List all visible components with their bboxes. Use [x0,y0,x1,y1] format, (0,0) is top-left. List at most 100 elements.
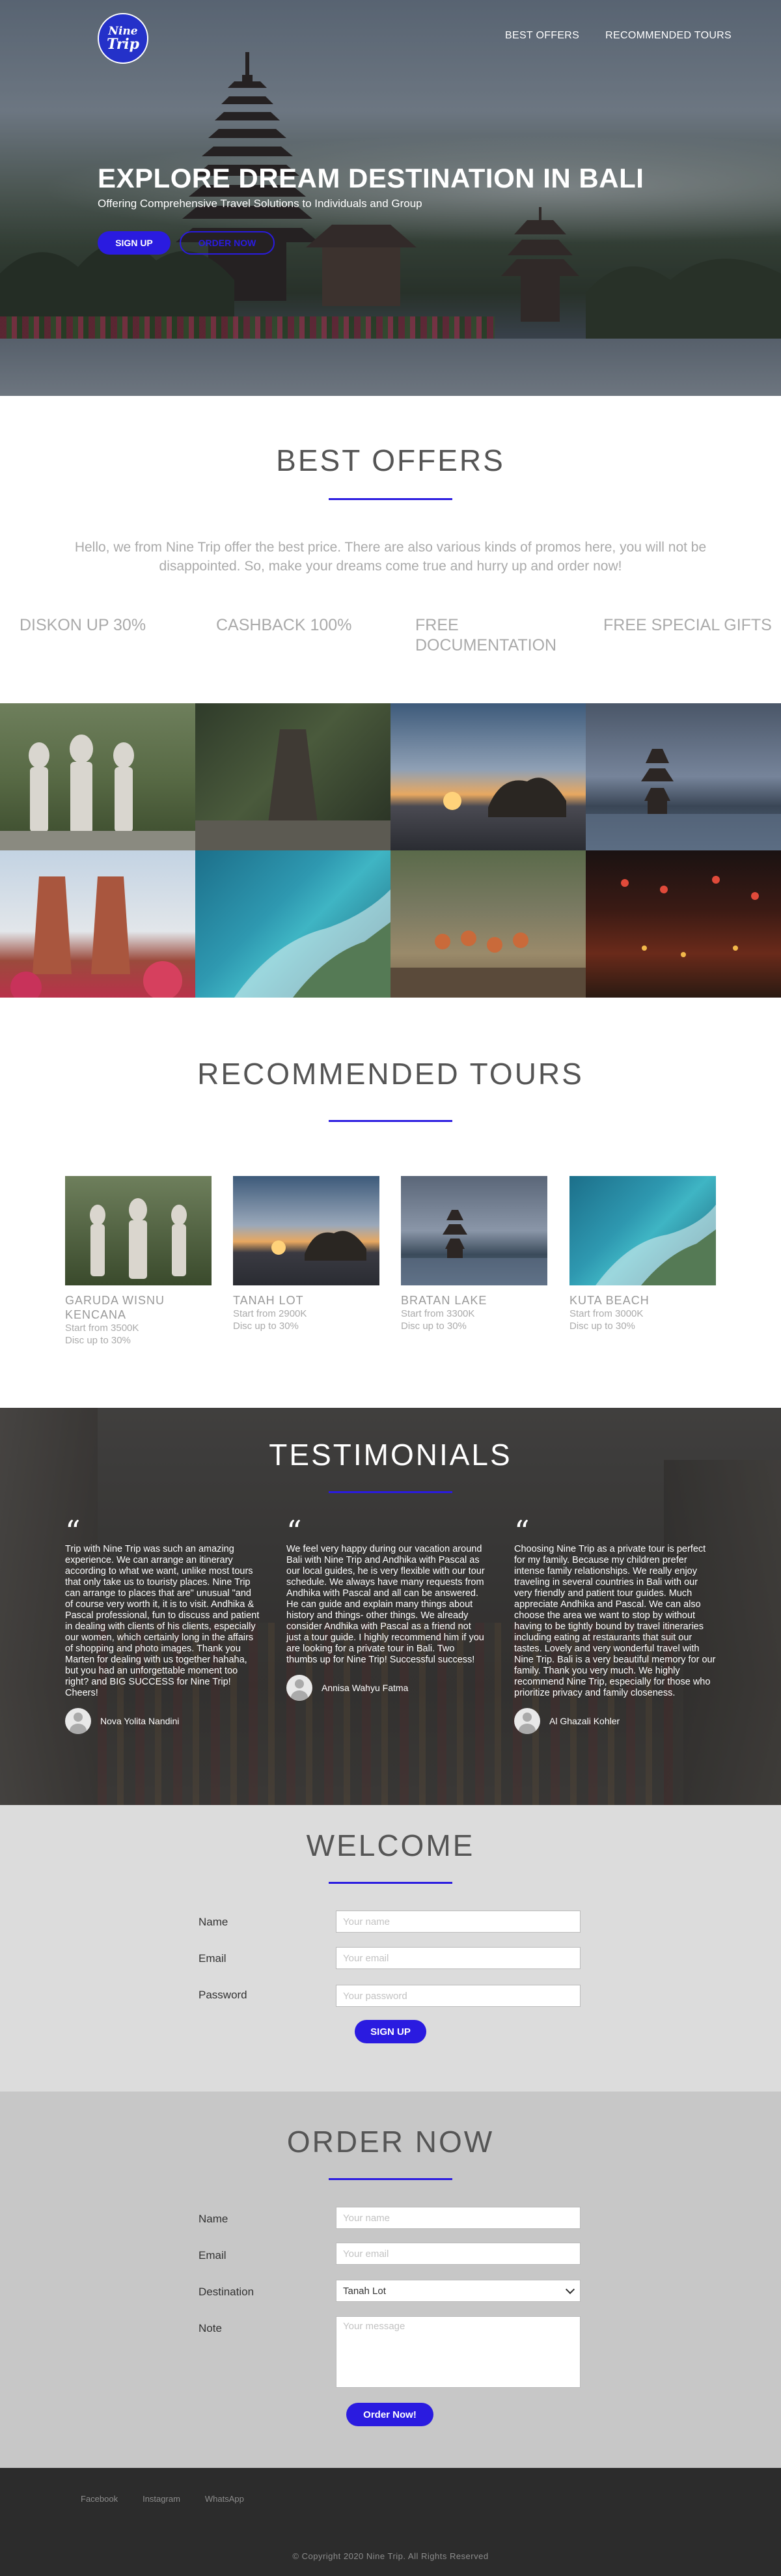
instagram-link[interactable]: Instagram [143,2494,180,2504]
destination-value: Tanah Lot [343,2285,386,2297]
signup-name-input[interactable] [336,1911,581,1933]
welcome-title: WELCOME [306,1828,475,1862]
gallery-tile-tanah-lot-sunset[interactable] [390,703,586,850]
nav-recommended-tours[interactable]: RECOMMENDED TOURS [605,30,732,42]
gallery-image [443,777,566,817]
gallery-image [621,876,759,957]
gallery-image [0,735,195,850]
name-label: Name [199,1916,228,1928]
tour-list: GARUDA WISNU KENCANA Start from 3500K Di… [65,1176,716,1371]
gallery-tile-candi-bentar-flowers[interactable] [0,850,195,998]
best-offers-title: BEST OFFERS [276,443,505,477]
author-name: Nova Yolita Nandini [100,1716,180,1726]
promo-documentation: FREE DOCUMENTATION [415,616,557,654]
tour-discount: Disc up to 30% [65,1335,131,1346]
email-label: Email [199,1952,226,1965]
tour-card-garuda-wisnu-kencana[interactable]: GARUDA WISNU KENCANA Start from 3500K Di… [65,1176,212,1347]
welcome-section: WELCOME Name Email Password SIGN UP [0,1805,781,2092]
gallery-image [10,876,182,998]
destination-label: Destination [199,2286,254,2298]
order-underline [329,2178,452,2180]
gallery-image [195,729,390,850]
footer: Facebook Instagram WhatsApp © Copyright … [0,2468,781,2576]
avatar [514,1708,540,1734]
author-name: Annisa Wahyu Fatma [322,1683,409,1693]
best-offers-description: Hello, we from Nine Trip offer the best … [74,540,707,574]
tour-price: Start from 3000K [569,1308,644,1319]
tour-discount: Disc up to 30% [401,1321,467,1332]
author-name: Al Ghazali Kohler [549,1716,620,1726]
order-title: ORDER NOW [286,2125,495,2159]
signup-email-input[interactable] [336,1947,581,1969]
quote-icon: “ [65,1514,81,1549]
tour-price: Start from 2900K [233,1308,307,1319]
avatar [65,1708,91,1734]
order-note-textarea[interactable] [336,2316,581,2388]
gallery-tile-kuta-beach-aerial[interactable] [195,850,390,998]
tour-name: KUTA BEACH [569,1294,650,1307]
logo-line1: Nine [108,24,138,38]
note-label: Note [199,2322,222,2334]
recommended-tours-title: RECOMMENDED TOURS [197,1057,584,1091]
gallery-tile-bratan-lake[interactable] [586,703,781,850]
gallery-tile-temple-gate-jungle[interactable] [195,703,390,850]
hero-order-button[interactable]: ORDER NOW [180,231,275,255]
chevron-down-icon [565,2284,575,2294]
testimonials-title: TESTIMONIALS [269,1438,512,1472]
testimonial-author: Nova Yolita Nandini [65,1708,262,1734]
promo-list: DISKON UP 30% CASHBACK 100% FREE DOCUMEN… [0,615,781,661]
facebook-link[interactable]: Facebook [81,2494,118,2504]
tour-discount: Disc up to 30% [569,1321,635,1332]
testimonial-text: Choosing Nine Trip as a private tour is … [514,1544,716,1698]
social-links: Facebook Instagram WhatsApp [81,2494,244,2504]
order-name-input[interactable] [336,2207,581,2229]
order-email-input[interactable] [336,2243,581,2265]
testimonial-card: “ We feel very happy during our vacation… [286,1514,487,1701]
gallery-tile-night-festival[interactable] [586,850,781,998]
gallery-image [234,889,390,998]
order-section: ORDER NOW Name Email Destination Tanah L… [0,2092,781,2468]
hero-subtitle: Offering Comprehensive Travel Solutions … [98,197,422,210]
tour-card-bratan-lake[interactable]: BRATAN LAKE Start from 3300K Disc up to … [401,1176,547,1332]
logo-line2: Trip [106,35,140,53]
quote-icon: “ [514,1514,530,1549]
gallery-tile-garuda-wisnu-kencana[interactable] [0,703,195,850]
tour-card-tanah-lot[interactable]: TANAH LOT Start from 2900K Disc up to 30… [233,1176,379,1332]
tour-card-kuta-beach[interactable]: KUTA BEACH Start from 3000K Disc up to 3… [569,1176,716,1332]
testimonial-author: Al Ghazali Kohler [514,1708,717,1734]
tour-name: TANAH LOT [233,1294,304,1307]
email-label: Email [199,2249,226,2261]
hero-signup-button[interactable]: SIGN UP [98,231,171,255]
order-submit-button[interactable]: Order Now! [346,2403,433,2426]
name-label: Name [199,2213,228,2225]
nav-best-offers[interactable]: BEST OFFERS [505,30,579,42]
top-nav: BEST OFFERS RECOMMENDED TOURS [505,30,732,42]
whatsapp-link[interactable]: WhatsApp [205,2494,244,2504]
promo-cashback: CASHBACK 100% [216,616,352,634]
welcome-underline [329,1882,452,1884]
gallery-tile-kecak-dance[interactable] [390,850,586,998]
avatar [286,1675,312,1701]
hero-title: EXPLORE DREAM DESTINATION IN BALI [98,163,644,193]
testimonials-underline [329,1491,452,1493]
nine-trip-logo[interactable]: Nine Trip [98,13,148,64]
promo-gifts: FREE SPECIAL GIFTS [603,616,772,634]
testimonial-author: Annisa Wahyu Fatma [286,1675,487,1701]
tour-image [401,1176,547,1285]
best-offers-underline [329,498,452,500]
destination-select[interactable]: Tanah Lot [336,2280,581,2302]
gallery-image [390,931,586,998]
signup-submit-button[interactable]: SIGN UP [355,2020,426,2043]
signup-password-input[interactable] [336,1985,581,2007]
testimonial-card: “ Choosing Nine Trip as a private tour i… [514,1514,717,1734]
hero-section: Nine Trip BEST OFFERS RECOMMENDED TOURS … [0,0,781,396]
tour-name: BRATAN LAKE [401,1294,487,1307]
tour-image [569,1176,716,1285]
testimonial-text: We feel very happy during our vacation a… [286,1544,485,1665]
tour-image [65,1176,212,1285]
promo-discount: DISKON UP 30% [20,616,146,634]
tour-price: Start from 3500K [65,1323,139,1334]
password-label: Password [199,1989,247,2001]
quote-icon: “ [286,1514,302,1549]
copyright: © Copyright 2020 Nine Trip. All Rights R… [292,2551,489,2561]
